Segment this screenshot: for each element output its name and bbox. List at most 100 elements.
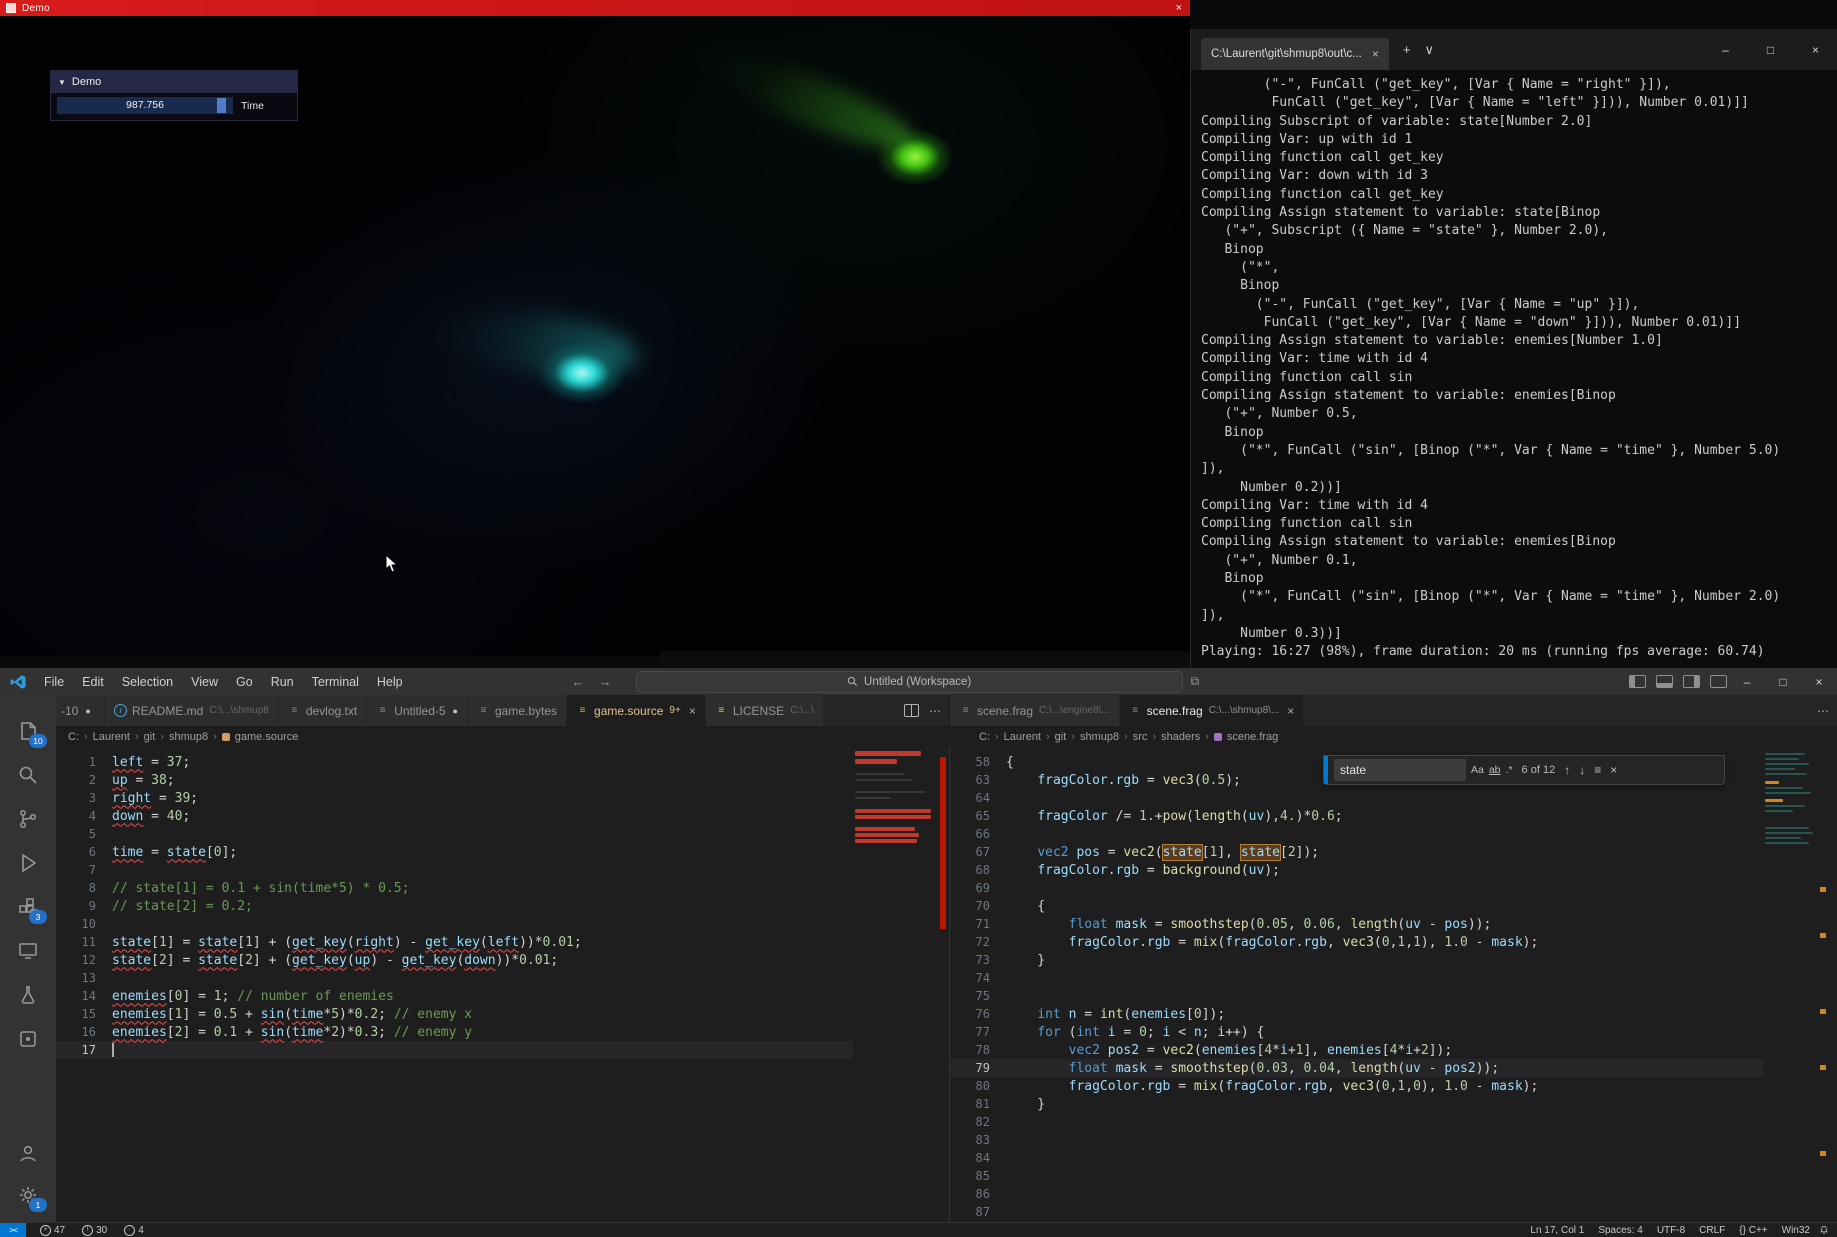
code-line[interactable]: 73 }: [950, 951, 1763, 969]
sidebar-item-custom[interactable]: [0, 1017, 56, 1061]
code-line[interactable]: 66: [950, 825, 1763, 843]
code-line[interactable]: 82: [950, 1113, 1763, 1131]
tab-Untitled-5[interactable]: ≡Untitled-5●: [367, 695, 468, 726]
tab-scene.frag[interactable]: ≡scene.fragC:\...\engine8\...: [950, 695, 1120, 726]
overview-ruler[interactable]: [937, 747, 949, 1223]
maximize-icon[interactable]: □: [1765, 668, 1801, 695]
code-line[interactable]: 12state[2] = state[2] + (get_key(up) - g…: [56, 951, 853, 969]
code-line[interactable]: 14enemies[0] = 1; // number of enemies: [56, 987, 853, 1005]
menu-edit[interactable]: Edit: [73, 668, 113, 695]
close-icon[interactable]: ×: [1801, 668, 1837, 695]
close-icon[interactable]: ×: [1176, 3, 1182, 14]
status-item[interactable]: Win32: [1775, 1223, 1817, 1237]
code-line[interactable]: 83: [950, 1131, 1763, 1149]
breadcrumb-item[interactable]: shmup8: [1080, 731, 1119, 743]
close-icon[interactable]: ×: [1372, 47, 1379, 61]
code-line[interactable]: 6time = state[0];: [56, 843, 853, 861]
code-line[interactable]: 11state[1] = state[1] + (get_key(right) …: [56, 933, 853, 951]
game-titlebar[interactable]: Demo ×: [0, 0, 1190, 16]
maximize-icon[interactable]: □: [1748, 29, 1793, 70]
find-input[interactable]: [1334, 759, 1466, 781]
next-match-icon[interactable]: ↓: [1579, 763, 1585, 777]
command-center[interactable]: Untitled (Workspace): [636, 671, 1183, 693]
tab-README.md[interactable]: iREADME.mdC:\...\shmup8: [105, 695, 279, 726]
find-toggle-grip[interactable]: [1324, 756, 1328, 784]
menu-terminal[interactable]: Terminal: [303, 668, 368, 695]
chevron-down-icon[interactable]: ∨: [1424, 42, 1434, 58]
code-line[interactable]: 70 {: [950, 897, 1763, 915]
code-line[interactable]: 77 for (int i = 0; i < n; i++) {: [950, 1023, 1763, 1041]
code-line[interactable]: 17: [56, 1041, 853, 1059]
breadcrumb-item[interactable]: game.source: [235, 731, 299, 743]
breadcrumb-item[interactable]: Laurent: [1004, 731, 1041, 743]
new-window-icon[interactable]: ⧉: [1191, 674, 1200, 689]
remote-indicator[interactable]: ><: [0, 1223, 26, 1237]
game-viewport[interactable]: ▼ Demo 987.756 Time: [0, 16, 1190, 656]
breadcrumb-item[interactable]: Laurent: [93, 731, 130, 743]
toggle-sidebar-icon[interactable]: [1629, 675, 1646, 688]
whole-word-icon[interactable]: ab: [1489, 764, 1501, 776]
sidebar-item-explorer[interactable]: 10: [0, 709, 56, 753]
code-line[interactable]: 13: [56, 969, 853, 987]
code-line[interactable]: 15enemies[1] = 0.5 + sin(time*5)*0.2; //…: [56, 1005, 853, 1023]
code-line[interactable]: 1left = 37;: [56, 753, 853, 771]
code-line[interactable]: 68 fragColor.rgb = background(uv);: [950, 861, 1763, 879]
code-line[interactable]: 78 vec2 pos2 = vec2(enemies[4*i+1], enem…: [950, 1041, 1763, 1059]
code-line[interactable]: 74: [950, 969, 1763, 987]
code-line[interactable]: 79 float mask = smoothstep(0.03, 0.04, l…: [950, 1059, 1763, 1077]
breadcrumb-item[interactable]: src: [1133, 731, 1148, 743]
status-error[interactable]: × 47: [33, 1223, 72, 1237]
code-line[interactable]: 81 }: [950, 1095, 1763, 1113]
code-line[interactable]: 80 fragColor.rgb = mix(fragColor.rgb, ve…: [950, 1077, 1763, 1095]
breadcrumb-item[interactable]: shmup8: [169, 731, 208, 743]
code-line[interactable]: 5: [56, 825, 853, 843]
code-line[interactable]: 85: [950, 1167, 1763, 1185]
code-line[interactable]: 7: [56, 861, 853, 879]
code-line[interactable]: 67 vec2 pos = vec2(state[1], state[2]);: [950, 843, 1763, 861]
code-line[interactable]: 65 fragColor /= 1.+pow(length(uv),4.)*0.…: [950, 807, 1763, 825]
menu-file[interactable]: File: [35, 668, 73, 695]
find-in-selection-icon[interactable]: ≡: [1594, 763, 1601, 777]
status-item[interactable]: CRLF: [1692, 1223, 1732, 1237]
terminal-titlebar[interactable]: C:\Laurent\git\shmup8\out\c... × + ∨ – □…: [1191, 29, 1837, 70]
minimize-icon[interactable]: –: [1703, 29, 1748, 70]
terminal-output[interactable]: ("-", FunCall ("get_key", [Var { Name = …: [1191, 70, 1837, 668]
breadcrumb-item[interactable]: scene.frag: [1227, 731, 1278, 743]
tab-LICENSE[interactable]: ≡LICENSEC:\...\: [706, 695, 824, 726]
code-line[interactable]: 16enemies[2] = 0.1 + sin(time*2)*0.3; //…: [56, 1023, 853, 1041]
code-line[interactable]: 3right = 39;: [56, 789, 853, 807]
menu-view[interactable]: View: [182, 668, 227, 695]
tab--10[interactable]: -10●: [56, 695, 105, 726]
code-editor-game-source[interactable]: 1left = 37;2up = 38;3right = 39;4down = …: [56, 753, 853, 1223]
code-line[interactable]: 84: [950, 1149, 1763, 1167]
status-item[interactable]: Ln 17, Col 1: [1523, 1223, 1591, 1237]
sidebar-item-testing[interactable]: [0, 973, 56, 1017]
minimap[interactable]: [1763, 747, 1817, 1223]
sidebar-item-extensions[interactable]: 3: [0, 885, 56, 929]
minimap[interactable]: [853, 747, 937, 1223]
sidebar-item-remote-explorer[interactable]: [0, 929, 56, 973]
code-line[interactable]: 87: [950, 1203, 1763, 1221]
toggle-secondary-sidebar-icon[interactable]: [1683, 675, 1700, 688]
tab-scene.frag[interactable]: ≡scene.fragC:\...\shmup8\...×: [1120, 695, 1305, 726]
problems-status[interactable]: × 47! 30· 4: [26, 1223, 158, 1237]
code-line[interactable]: 86: [950, 1185, 1763, 1203]
regex-icon[interactable]: .*: [1506, 764, 1513, 776]
status-warning[interactable]: ! 30: [75, 1223, 114, 1237]
sidebar-item-search[interactable]: [0, 753, 56, 797]
account-button[interactable]: [0, 1131, 56, 1175]
back-arrow-icon[interactable]: ←: [572, 674, 585, 689]
menu-help[interactable]: Help: [368, 668, 412, 695]
code-line[interactable]: 10: [56, 915, 853, 933]
code-line[interactable]: 72 fragColor.rgb = mix(fragColor.rgb, ve…: [950, 933, 1763, 951]
close-icon[interactable]: ×: [689, 704, 696, 718]
sidebar-item-source-control[interactable]: [0, 797, 56, 841]
code-editor-scene-frag[interactable]: 58{63 fragColor.rgb = vec3(0.5);6465 fra…: [950, 753, 1763, 1223]
time-slider[interactable]: 987.756: [57, 97, 233, 114]
menu-run[interactable]: Run: [262, 668, 303, 695]
breadcrumb-item[interactable]: shaders: [1161, 731, 1200, 743]
breadcrumb-item[interactable]: git: [144, 731, 156, 743]
code-line[interactable]: 75: [950, 987, 1763, 1005]
code-line[interactable]: 64: [950, 789, 1763, 807]
more-actions-icon[interactable]: ⋯: [929, 704, 941, 718]
